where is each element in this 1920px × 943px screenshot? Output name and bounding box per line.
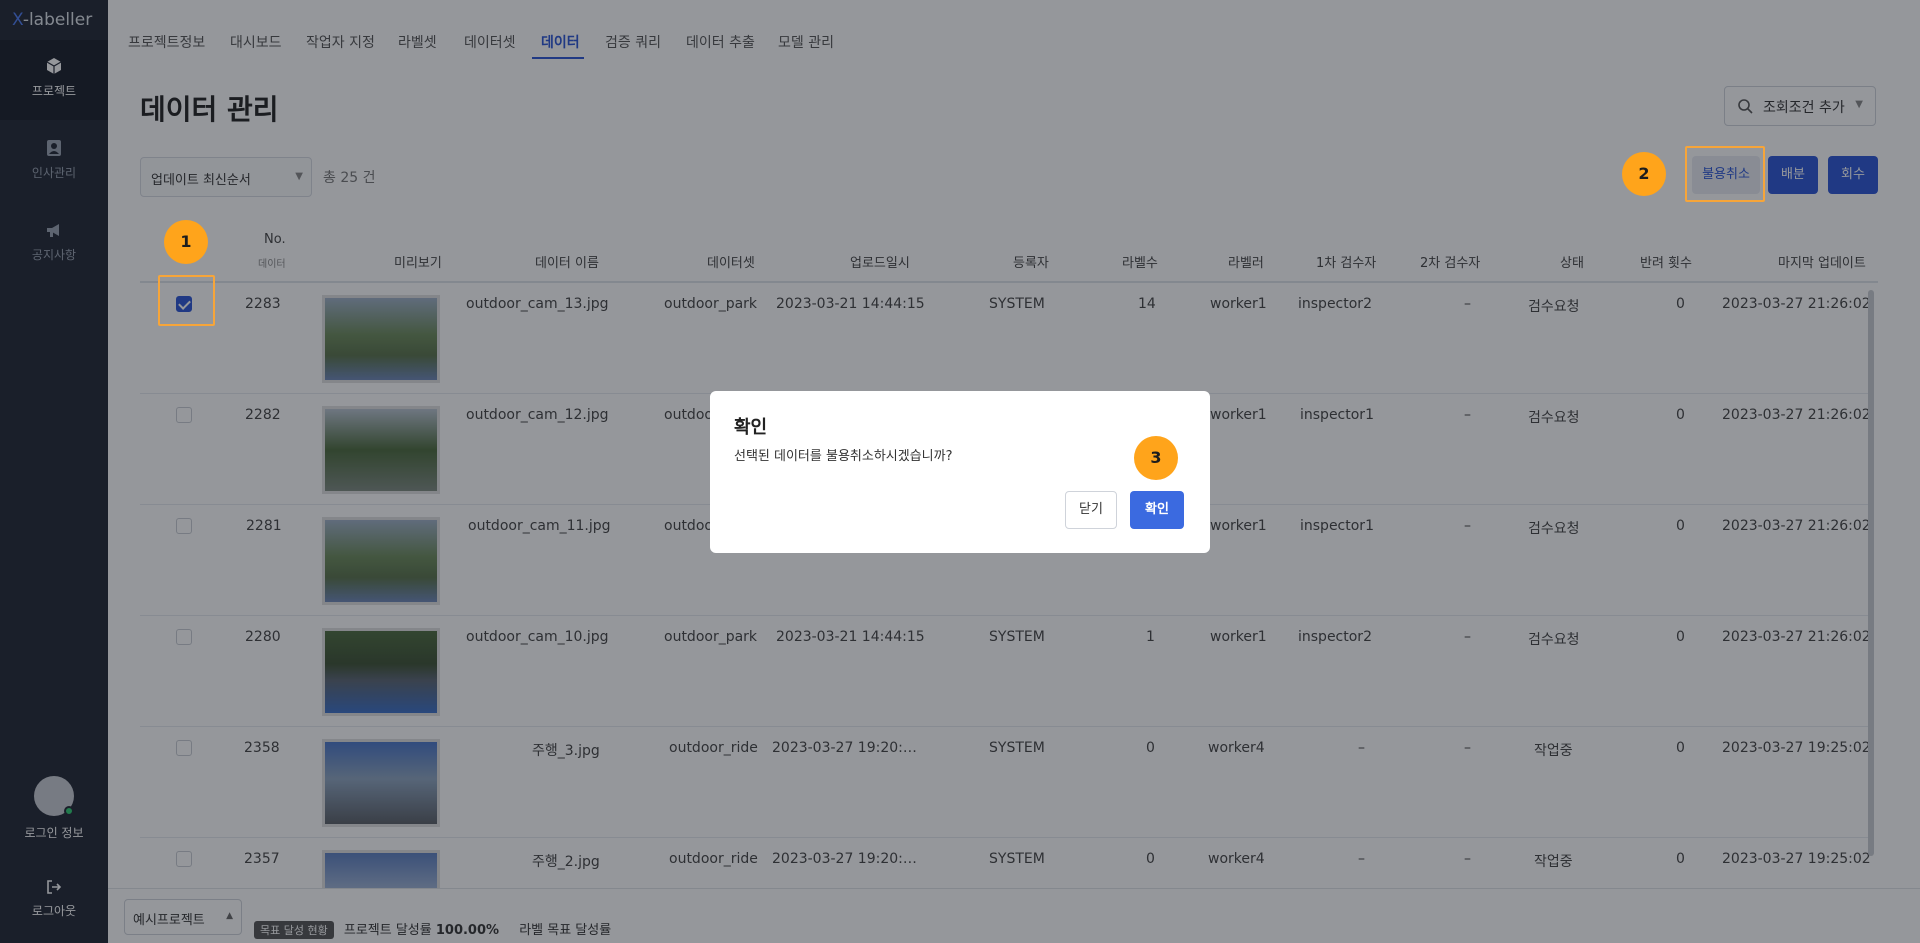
confirm-button[interactable]: 확인: [1130, 491, 1184, 529]
step-marker-3: 3: [1134, 436, 1178, 480]
highlight-cancel-button: [1685, 146, 1765, 202]
confirm-dialog: 확인 선택된 데이터를 불용취소하시겠습니까? 닫기 확인: [710, 391, 1210, 553]
step-marker-2: 2: [1622, 152, 1666, 196]
dialog-title: 확인: [734, 417, 768, 438]
dialog-message: 선택된 데이터를 불용취소하시겠습니까?: [734, 449, 953, 464]
highlight-row-checkbox: [158, 275, 215, 326]
close-button[interactable]: 닫기: [1065, 491, 1117, 529]
step-marker-1: 1: [164, 220, 208, 264]
